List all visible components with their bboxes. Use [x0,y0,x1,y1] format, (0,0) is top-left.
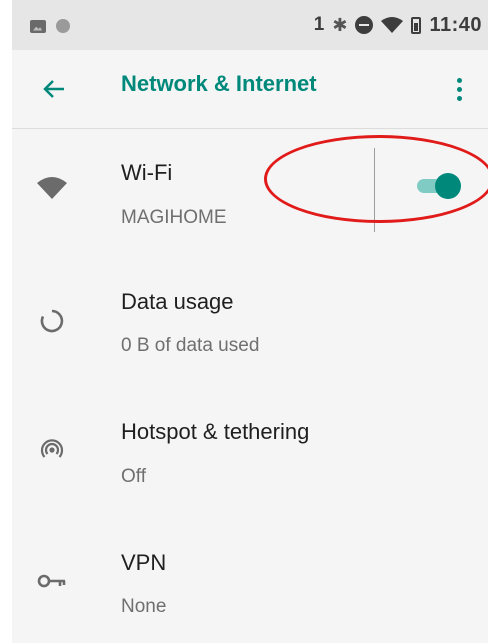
status-bar-right: 1 ✱ 11:40 [314,12,482,38]
wifi-icon [34,170,70,206]
item-summary: MAGIHOME [121,207,227,228]
item-summary: None [121,596,167,617]
wifi-icon [381,17,404,33]
sim-number: 1 [313,14,325,35]
hotspot-icon [34,432,70,468]
list-item-wifi[interactable]: Wi-Fi MAGIHOME [12,140,488,260]
bluetooth-icon: ✱ [332,14,348,35]
clock: 11:40 [429,13,482,36]
toggle-thumb [435,173,461,199]
item-summary: 0 B of data used [121,335,260,356]
more-options-button[interactable] [444,69,474,109]
list-item-data-usage[interactable]: Data usage 0 B of data used [12,270,488,390]
image-icon [30,19,46,33]
list-item-hotspot[interactable]: Hotspot & tethering Off [12,400,488,520]
do-not-disturb-icon [355,16,374,34]
app-bar: Network & Internet [12,50,488,129]
item-title: VPN [121,550,167,575]
divider [374,148,375,232]
arrow-back-icon [43,80,64,98]
status-bar-left [30,17,70,35]
item-title: Wi-Fi [121,160,173,185]
page-title: Network & Internet [121,71,317,96]
battery-icon [411,16,422,34]
item-title: Data usage [121,289,234,314]
back-button[interactable] [34,69,74,109]
status-bar: 1 ✱ 11:40 [12,0,488,50]
circle-icon [56,19,70,33]
item-summary: Off [121,466,146,487]
settings-screen: 1 ✱ 11:40 Network & Internet Wi-Fi MAGIH… [12,0,488,643]
more-vert-icon [456,77,462,83]
data-usage-icon [34,303,70,339]
vpn-key-icon [34,563,70,599]
list-item-vpn[interactable]: VPN None [12,530,488,643]
item-title: Hotspot & tethering [121,419,310,444]
wifi-toggle[interactable] [417,172,461,200]
